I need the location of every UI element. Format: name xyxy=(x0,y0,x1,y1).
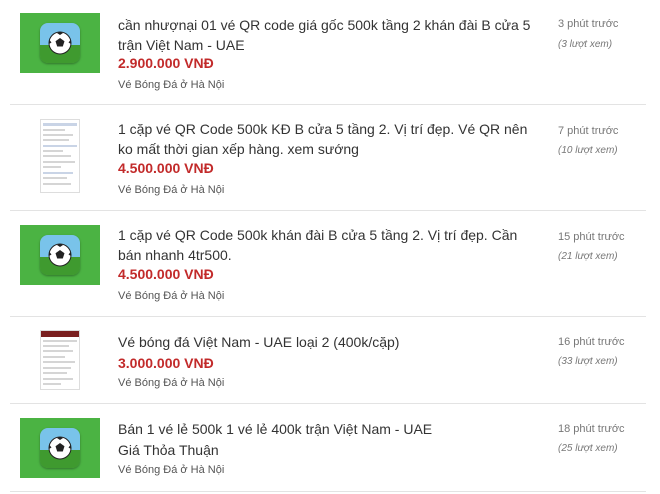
listing-time: 7 phút trước xyxy=(558,125,619,137)
listing-views: (25 lượt xem) xyxy=(558,443,618,454)
document-screenshot-thumbnail xyxy=(40,119,80,193)
listing-views: (33 lượt xem) xyxy=(558,356,618,367)
webpage-screenshot-thumbnail xyxy=(40,330,80,390)
listing-price: 3.000.000 VNĐ xyxy=(118,355,214,371)
listing-price: 4.500.000 VNĐ xyxy=(118,160,214,176)
list-item[interactable]: cần nhượnại 01 vé QR code giá gốc 500k t… xyxy=(0,0,660,104)
listing-views: (3 lượt xem) xyxy=(558,39,613,50)
listing-thumbnail[interactable] xyxy=(20,418,100,478)
listing-time: 3 phút trước xyxy=(558,18,619,30)
listing-location[interactable]: Vé Bóng Đá ở Hà Nội xyxy=(118,289,224,303)
soccer-ball-app-icon xyxy=(40,235,80,275)
list-item[interactable]: 1 cặp vé QR Code 500k KĐ B cửa 5 tầng 2.… xyxy=(0,105,660,209)
listing-thumbnail[interactable] xyxy=(40,119,80,193)
listing-location[interactable]: Vé Bóng Đá ở Hà Nội xyxy=(118,183,224,197)
listing-thumbnail[interactable] xyxy=(40,330,80,390)
soccer-ball-app-icon xyxy=(40,428,80,468)
listing-title[interactable]: 1 cặp vé QR Code 500k KĐ B cửa 5 tầng 2.… xyxy=(118,119,538,159)
listing-time: 18 phút trước xyxy=(558,423,625,435)
listing-title[interactable]: cần nhượnại 01 vé QR code giá gốc 500k t… xyxy=(118,15,538,55)
list-item[interactable]: Bán 1 vé lẻ 500k 1 vé lẻ 400k trận Việt … xyxy=(0,404,660,494)
listing-views: (10 lượt xem) xyxy=(558,145,618,156)
listing-location[interactable]: Vé Bóng Đá ở Hà Nội xyxy=(118,78,224,92)
listing-time: 16 phút trước xyxy=(558,336,625,348)
listing-thumbnail[interactable] xyxy=(20,13,100,73)
listing-location[interactable]: Vé Bóng Đá ở Hà Nội xyxy=(118,376,224,390)
listing-views: (21 lượt xem) xyxy=(558,251,618,262)
listing-list: cần nhượnại 01 vé QR code giá gốc 500k t… xyxy=(0,0,660,494)
listing-title[interactable]: 1 cặp vé QR Code 500k khán đài B cửa 5 t… xyxy=(118,225,538,265)
listing-time: 15 phút trước xyxy=(558,231,625,243)
listing-price: Giá Thỏa Thuận xyxy=(118,442,219,458)
listing-price: 4.500.000 VNĐ xyxy=(118,266,214,282)
listing-location[interactable]: Vé Bóng Đá ở Hà Nội xyxy=(118,463,224,477)
divider xyxy=(10,491,646,492)
list-item[interactable]: 1 cặp vé QR Code 500k khán đài B cửa 5 t… xyxy=(0,211,660,315)
listing-title[interactable]: Vé bóng đá Việt Nam - UAE loại 2 (400k/c… xyxy=(118,332,538,352)
listing-price: 2.900.000 VNĐ xyxy=(118,55,214,71)
list-item[interactable]: Vé bóng đá Việt Nam - UAE loại 2 (400k/c… xyxy=(0,317,660,403)
listing-thumbnail[interactable] xyxy=(20,225,100,285)
listing-title[interactable]: Bán 1 vé lẻ 500k 1 vé lẻ 400k trận Việt … xyxy=(118,419,538,439)
soccer-ball-app-icon xyxy=(40,23,80,63)
